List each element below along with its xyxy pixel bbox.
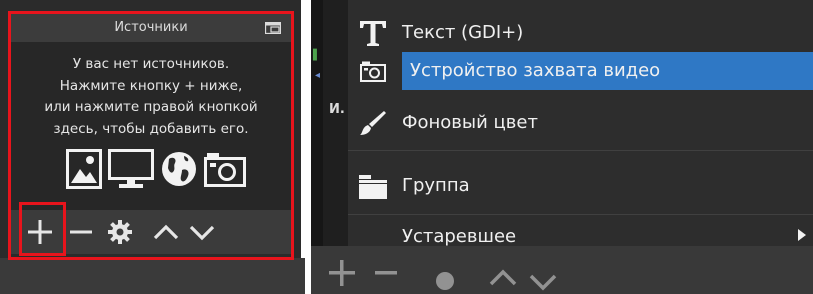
sources-dock-screenshot: Источники У вас нет источников. Нажмите … (0, 0, 305, 294)
background-marker: ◂ (315, 70, 321, 81)
menu-item-label: Фоновый цвет (402, 112, 538, 133)
menu-item-group[interactable]: Группа (348, 167, 813, 205)
menu-item-video-capture[interactable]: Устройство захвата видео (348, 52, 813, 90)
background-marker: ▌ (313, 50, 321, 61)
menu-separator (348, 214, 813, 215)
dock-bottom-strip (0, 258, 305, 294)
text-icon (360, 21, 386, 46)
menu-item-text-gdi[interactable]: Текст (GDI+) (348, 14, 813, 52)
background-toolbar-icons (329, 260, 557, 291)
camera-icon (360, 61, 386, 82)
submenu-arrow-icon (798, 229, 806, 241)
background-label: И. (329, 102, 345, 117)
menu-separator (348, 150, 813, 151)
menu-item-label: Устройство захвата видео (410, 60, 661, 81)
add-source-menu-screenshot: ▌ ◂ И. Текст (GDI+) Устройство захвата в… (311, 0, 813, 294)
add-button-highlight (19, 202, 66, 256)
menu-item-label: Устаревшее (402, 226, 517, 247)
menu-item-deprecated[interactable]: Устаревшее (348, 226, 813, 248)
menu-item-color-source[interactable]: Фоновый цвет (348, 104, 813, 142)
brush-icon (360, 111, 386, 135)
folder-icon (359, 175, 387, 199)
menu-item-label: Текст (GDI+) (402, 22, 524, 43)
menu-item-label: Группа (402, 175, 470, 196)
